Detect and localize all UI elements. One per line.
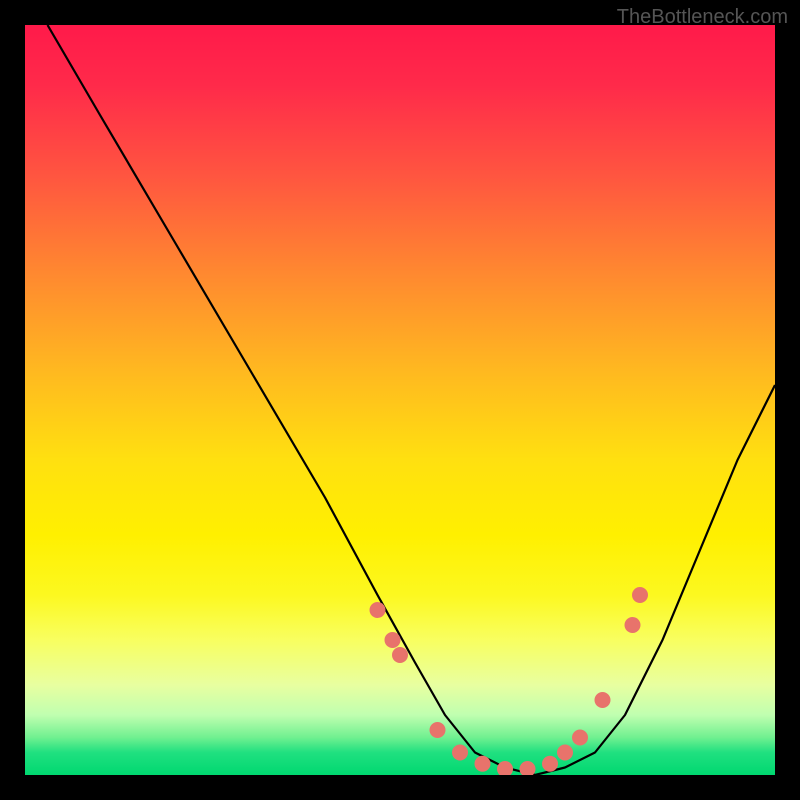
chart-svg — [25, 25, 775, 775]
curve-markers — [370, 587, 649, 775]
chart-plot-area — [25, 25, 775, 775]
watermark-text: TheBottleneck.com — [617, 6, 788, 29]
bottleneck-curve-line — [48, 25, 776, 775]
